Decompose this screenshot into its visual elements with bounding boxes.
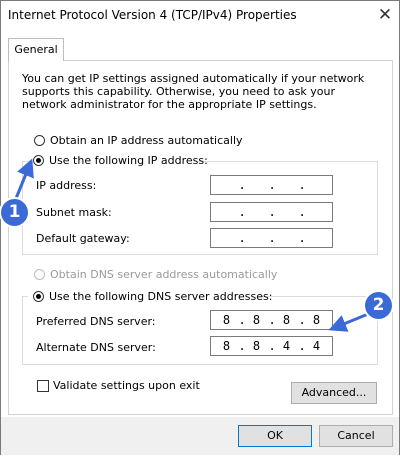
annotation-arrow-1 [13,158,34,202]
annotation-badge-2: 2 [365,292,392,319]
annotation-arrows [13,158,374,332]
tab-general[interactable]: General [8,38,64,61]
properties-dialog: Internet Protocol Version 4 (TCP/IPv4) P… [0,0,400,455]
annotation-badge-1: 1 [1,199,28,226]
annotation-arrow-2 [328,310,374,332]
